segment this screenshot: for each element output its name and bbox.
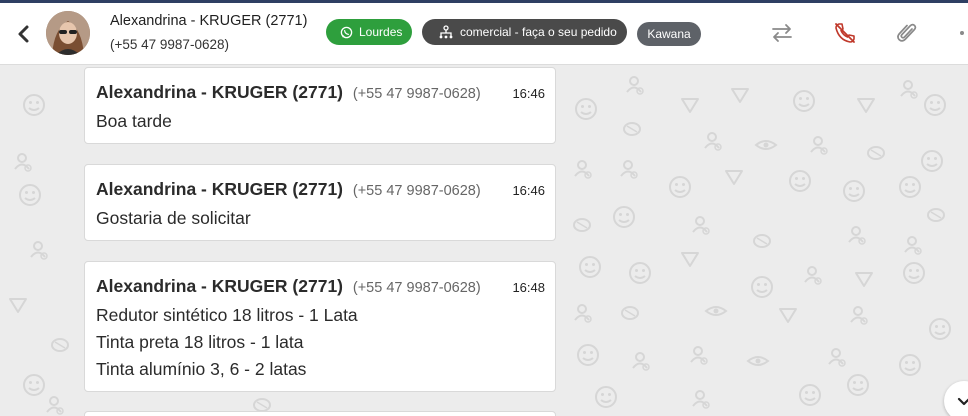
message-text-line: Tinta preta 18 litros - 1 lata xyxy=(96,332,304,352)
message-bubble[interactable]: Alexandrina - KRUGER (2771) (+55 47 9987… xyxy=(84,261,556,392)
chat-area[interactable]: Alexandrina - KRUGER (2771) (+55 47 9987… xyxy=(0,65,968,416)
message-text-line: Redutor sintético 18 litros - 1 Lata xyxy=(96,305,358,325)
message-time: 16:46 xyxy=(512,183,545,198)
back-button[interactable] xyxy=(14,23,34,45)
chevron-down-icon xyxy=(957,397,968,406)
message-time: 16:48 xyxy=(512,280,545,295)
chat-header: Alexandrina - KRUGER (2771) (+55 47 9987… xyxy=(0,3,968,65)
message-sender-phone: (+55 47 9987-0628) xyxy=(352,86,481,102)
end-call-button[interactable] xyxy=(832,20,858,46)
more-icon xyxy=(960,31,964,35)
department-tag-label: comercial - faça o seu pedido xyxy=(460,25,617,39)
department-icon xyxy=(439,25,453,39)
back-arrow-icon xyxy=(18,25,29,43)
agent-tag[interactable]: Kawana xyxy=(637,22,701,46)
contact-phone: (+55 47 9987-0628) xyxy=(110,37,229,52)
message-bubble[interactable] xyxy=(84,411,556,416)
message-bubble[interactable]: Alexandrina - KRUGER (2771) (+55 47 9987… xyxy=(84,67,556,144)
message-sender: Alexandrina - KRUGER (2771) xyxy=(96,276,344,296)
message-text: Boa tarde xyxy=(96,111,172,131)
message-bubble[interactable]: Alexandrina - KRUGER (2771) (+55 47 9987… xyxy=(84,164,556,241)
contact-name: Alexandrina - KRUGER (2771) xyxy=(110,13,308,29)
end-call-icon xyxy=(835,23,855,43)
message-text-line: Tinta alumínio 3, 6 - 2 latas xyxy=(96,359,307,379)
attach-icon xyxy=(897,23,917,42)
scroll-down-button[interactable] xyxy=(944,381,968,416)
whatsapp-tag-label: Lourdes xyxy=(359,25,403,39)
more-button[interactable] xyxy=(950,20,968,46)
attach-button[interactable] xyxy=(894,20,920,46)
avatar[interactable] xyxy=(46,11,90,55)
message-sender-phone: (+55 47 9987-0628) xyxy=(352,183,481,199)
transfer-icon xyxy=(772,24,792,42)
message-text: Gostaria de solicitar xyxy=(96,208,251,228)
whatsapp-icon xyxy=(340,26,353,38)
transfer-button[interactable] xyxy=(769,20,795,46)
message-sender: Alexandrina - KRUGER (2771) xyxy=(96,82,344,102)
message-time: 16:46 xyxy=(512,86,545,101)
whatsapp-channel-tag[interactable]: Lourdes xyxy=(326,19,412,45)
agent-tag-label: Kawana xyxy=(647,27,691,41)
message-sender-phone: (+55 47 9987-0628) xyxy=(352,280,481,296)
department-tag[interactable]: comercial - faça o seu pedido xyxy=(422,19,627,45)
message-sender: Alexandrina - KRUGER (2771) xyxy=(96,179,344,199)
